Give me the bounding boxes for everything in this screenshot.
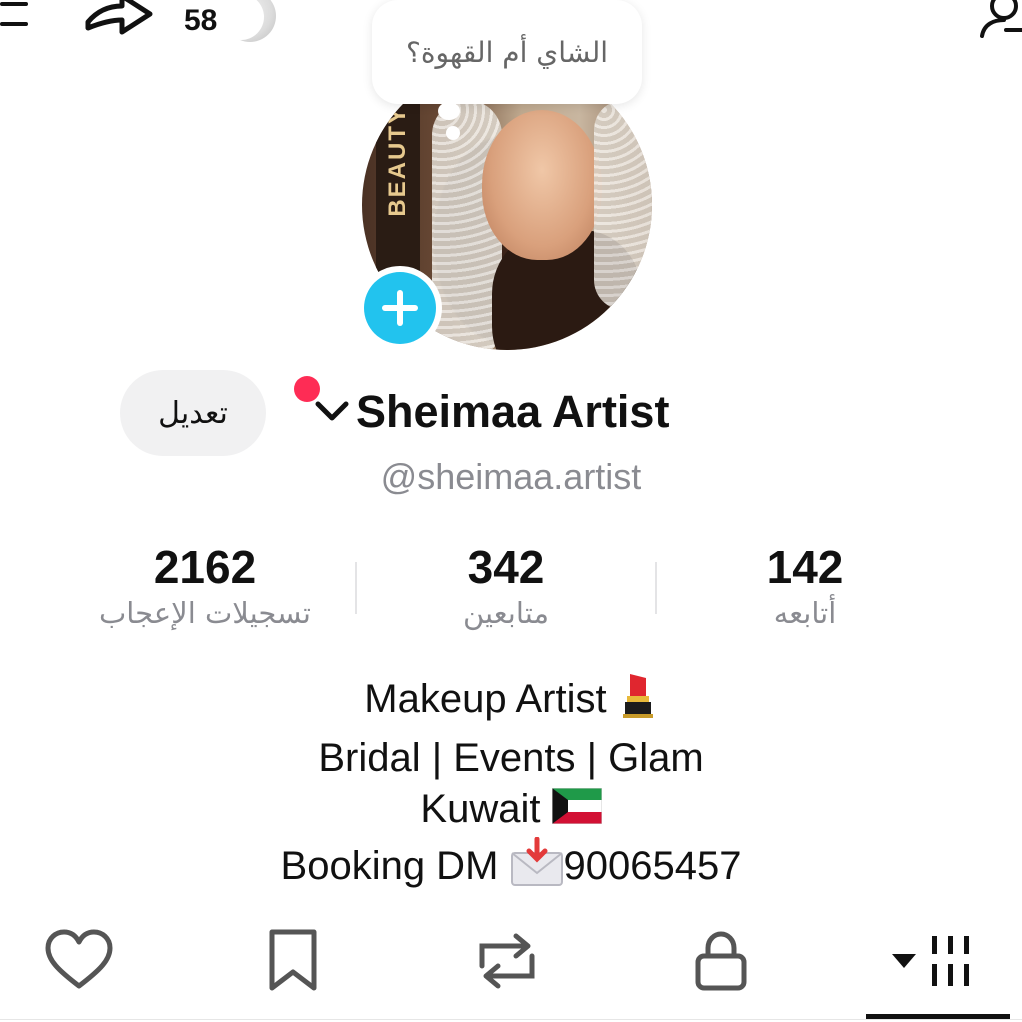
person-icon[interactable] xyxy=(976,0,1022,40)
thought-bubble-tail xyxy=(438,102,460,120)
plus-icon xyxy=(364,272,436,344)
bio-line-2: Bridal | Events | Glam xyxy=(318,736,704,780)
thought-bubble[interactable]: الشاي أم القهوة؟ xyxy=(372,0,642,104)
kuwait-flag-icon xyxy=(551,786,603,837)
tab-bar-divider xyxy=(0,1019,1022,1020)
profile-bio: Makeup Artist Bridal | Events | Glam Kuw… xyxy=(0,670,1022,900)
stat-divider xyxy=(655,562,657,614)
share-icon[interactable] xyxy=(84,0,156,40)
stat-following[interactable]: 142 أتابعه xyxy=(690,540,920,630)
face xyxy=(482,110,602,260)
heart-icon[interactable] xyxy=(44,926,114,996)
edit-profile-button[interactable]: تعديل xyxy=(120,370,266,456)
thought-bubble-text: الشاي أم القهوة؟ xyxy=(405,35,609,69)
bio-line-3: Kuwait xyxy=(0,784,1022,837)
envelope-icon xyxy=(510,836,564,900)
bio-line-1-text: Makeup Artist xyxy=(364,677,607,722)
thought-bubble-tail-dot xyxy=(446,126,460,140)
bio-line-3-text: Kuwait xyxy=(420,787,541,831)
moon-icon xyxy=(218,0,276,42)
bookmark-icon[interactable] xyxy=(258,926,328,996)
add-story-button[interactable] xyxy=(358,266,442,350)
streak-counter[interactable]: 58 xyxy=(180,0,280,44)
lock-icon[interactable] xyxy=(686,926,756,996)
profile-handle: @sheimaa.artist xyxy=(380,456,642,497)
repost-icon[interactable] xyxy=(472,926,542,996)
stat-likes-value: 2162 xyxy=(153,541,257,593)
avatar-sign-text: BEAUTY xyxy=(384,106,411,217)
counter-value: 58 xyxy=(184,4,218,37)
stat-divider xyxy=(355,562,357,614)
chevron-down-icon[interactable] xyxy=(312,396,352,428)
menu-icon[interactable] xyxy=(0,0,30,30)
lipstick-icon xyxy=(618,670,658,733)
bio-line-1: Makeup Artist xyxy=(0,670,1022,733)
grid-icon[interactable] xyxy=(890,926,986,996)
bio-line-4-text: Booking DM xyxy=(280,844,499,888)
stat-following-value: 142 xyxy=(766,541,844,593)
edit-profile-label: تعديل xyxy=(158,395,228,431)
stat-likes-label: تسجيلات الإعجاب xyxy=(99,596,311,630)
stat-likes[interactable]: 2162 تسجيلات الإعجاب xyxy=(60,540,350,630)
profile-name: Sheimaa Artist xyxy=(356,386,670,437)
stat-following-label: أتابعه xyxy=(773,596,837,630)
stat-followers[interactable]: 342 متابعين xyxy=(380,540,632,630)
veil-right xyxy=(594,100,652,310)
stat-followers-label: متابعين xyxy=(462,596,549,630)
stat-followers-value: 342 xyxy=(467,541,545,593)
bio-phone-number: 90065457 xyxy=(563,844,742,888)
bio-line-4: Booking DM 90065457 xyxy=(0,836,1022,900)
